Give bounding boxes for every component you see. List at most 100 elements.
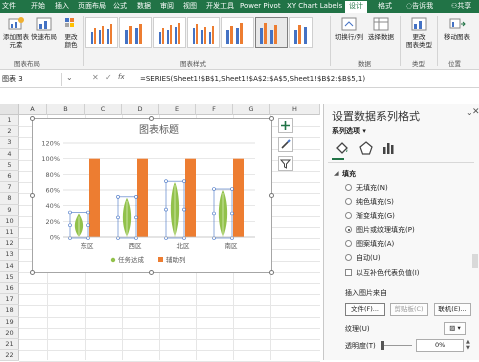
tab-file[interactable]: 文件	[2, 1, 16, 12]
column-header[interactable]: A	[19, 104, 47, 115]
tab-start[interactable]: 开始	[31, 1, 45, 12]
radio-gradient-fill[interactable]	[345, 212, 352, 219]
enter-icon[interactable]: ✓	[105, 73, 112, 82]
invert-checkbox[interactable]	[345, 269, 352, 276]
row-header[interactable]: 13	[0, 249, 19, 261]
chart-styles-button[interactable]	[278, 137, 293, 152]
change-colors-button[interactable]: 更改 颜色	[59, 16, 83, 49]
tab-xy-chart-labels[interactable]: XY Chart Labels	[287, 1, 342, 12]
chart-style-4[interactable]	[187, 17, 220, 48]
quick-layout-button[interactable]: 快速布局	[29, 16, 59, 41]
row-header[interactable]: 15	[0, 272, 19, 283]
texture-picker[interactable]: ▨ ▾	[444, 322, 466, 335]
radio-auto-fill[interactable]	[345, 254, 352, 261]
tab-format[interactable]: 格式	[378, 1, 392, 12]
column-header[interactable]: E	[159, 104, 196, 115]
fill-section-header[interactable]: 填充	[342, 169, 356, 179]
bar-chart-icon[interactable]	[380, 140, 396, 156]
resize-handle[interactable]	[269, 193, 274, 198]
tab-review[interactable]: 审阅	[160, 1, 174, 12]
radio-pattern-fill[interactable]	[345, 240, 352, 247]
transparency-slider-thumb[interactable]	[381, 341, 384, 350]
select-all-corner[interactable]	[0, 104, 19, 115]
chart-style-3[interactable]	[153, 17, 186, 48]
row-header[interactable]: 4	[0, 149, 19, 160]
column-header[interactable]: C	[85, 104, 122, 115]
tab-view[interactable]: 视图	[183, 1, 197, 12]
row-header[interactable]: 7	[0, 182, 19, 194]
resize-handle[interactable]	[30, 270, 35, 275]
row-header[interactable]: 3	[0, 137, 19, 149]
transparency-slider-track[interactable]	[382, 345, 412, 346]
formula-input[interactable]: =SERIES(Sheet1!$B$1,Sheet1!$A$2:$A$5,She…	[140, 73, 365, 86]
row-header[interactable]: 1	[0, 115, 19, 127]
tab-formulas[interactable]: 公式	[113, 1, 127, 12]
resize-handle[interactable]	[149, 116, 154, 121]
tab-power-pivot[interactable]: Power Pivot	[240, 1, 281, 12]
resize-handle[interactable]	[269, 116, 274, 121]
file-button[interactable]: 文件(F)...	[345, 303, 385, 316]
series-options-dropdown[interactable]: 系列选项 ▾	[332, 126, 366, 136]
tab-developer[interactable]: 开发工具	[206, 1, 234, 12]
function-icon[interactable]: fx	[118, 73, 125, 81]
clipboard-button[interactable]: 剪贴板(C)	[390, 303, 428, 316]
radio-picture-fill[interactable]	[345, 226, 352, 233]
row-header[interactable]: 5	[0, 160, 19, 171]
row-header[interactable]: 10	[0, 216, 19, 227]
chart-style-5[interactable]	[221, 17, 254, 48]
row-header[interactable]: 2	[0, 126, 19, 138]
chart-elements-button[interactable]	[278, 118, 293, 133]
row-header[interactable]: 9	[0, 205, 19, 216]
chart-style-2[interactable]	[119, 17, 152, 48]
tab-tell-me[interactable]: ◌告诉我	[406, 1, 433, 12]
close-icon[interactable]: ✕	[472, 107, 479, 117]
chart-area[interactable]: 图表标题 0% 20% 40% 60% 80% 100% 120% 东区 西区 北区 南区 任务达成 辅助…	[30, 116, 274, 275]
column-header[interactable]: H	[270, 104, 320, 115]
tab-page-layout[interactable]: 页面布局	[78, 1, 106, 12]
transparency-input[interactable]: 0%	[416, 339, 464, 352]
tab-data[interactable]: 数据	[137, 1, 151, 12]
move-chart-button[interactable]: 移动图表	[438, 16, 476, 41]
row-header[interactable]: 16	[0, 283, 19, 295]
collapse-icon[interactable]: ◢	[334, 170, 339, 177]
name-box[interactable]: 图表 3	[0, 73, 62, 86]
row-header[interactable]: 20	[0, 328, 19, 339]
radio-no-fill[interactable]	[345, 184, 352, 191]
paint-bucket-icon[interactable]	[334, 140, 350, 156]
resize-handle[interactable]	[269, 270, 274, 275]
column-header[interactable]: G	[233, 104, 270, 115]
row-header[interactable]: 11	[0, 227, 19, 239]
select-data-button[interactable]: 选择数据	[366, 16, 396, 41]
online-button[interactable]: 联机(E)...	[434, 303, 471, 316]
switch-row-column-button[interactable]: 切换行/列	[334, 16, 364, 41]
chart-style-1[interactable]	[85, 17, 118, 48]
tab-share[interactable]: ⚇共享	[451, 1, 471, 12]
tab-design[interactable]: 设计	[345, 1, 367, 13]
chart-filters-button[interactable]	[278, 156, 293, 171]
pentagon-icon[interactable]	[358, 140, 374, 156]
tab-insert[interactable]: 插入	[55, 1, 69, 12]
chart-style-gallery[interactable]	[85, 17, 315, 53]
column-header[interactable]: B	[47, 104, 85, 115]
row-header[interactable]: 17	[0, 294, 19, 306]
add-chart-element-button[interactable]: 添加图表 元素	[1, 16, 31, 49]
row-header[interactable]: 12	[0, 238, 19, 250]
chevron-down-icon[interactable]: ⌄	[66, 73, 73, 82]
change-chart-type-button[interactable]: 更改 图表类型	[403, 16, 435, 49]
pane-scrollbar-thumb[interactable]	[472, 254, 478, 268]
resize-handle[interactable]	[30, 193, 35, 198]
row-header[interactable]: 21	[0, 339, 19, 351]
column-header[interactable]: F	[196, 104, 233, 115]
cancel-icon[interactable]: ✕	[92, 73, 99, 82]
resize-handle[interactable]	[30, 116, 35, 121]
spinner-icon[interactable]: ▲ ▼	[466, 339, 470, 351]
column-header[interactable]: D	[122, 104, 159, 115]
resize-handle[interactable]	[149, 270, 154, 275]
row-header[interactable]: 19	[0, 317, 19, 328]
chart-style-7[interactable]	[289, 17, 313, 48]
row-header[interactable]: 8	[0, 193, 19, 205]
radio-solid-fill[interactable]	[345, 198, 352, 205]
row-header[interactable]: 6	[0, 171, 19, 183]
row-header[interactable]: 14	[0, 261, 19, 272]
row-header[interactable]: 18	[0, 305, 19, 317]
